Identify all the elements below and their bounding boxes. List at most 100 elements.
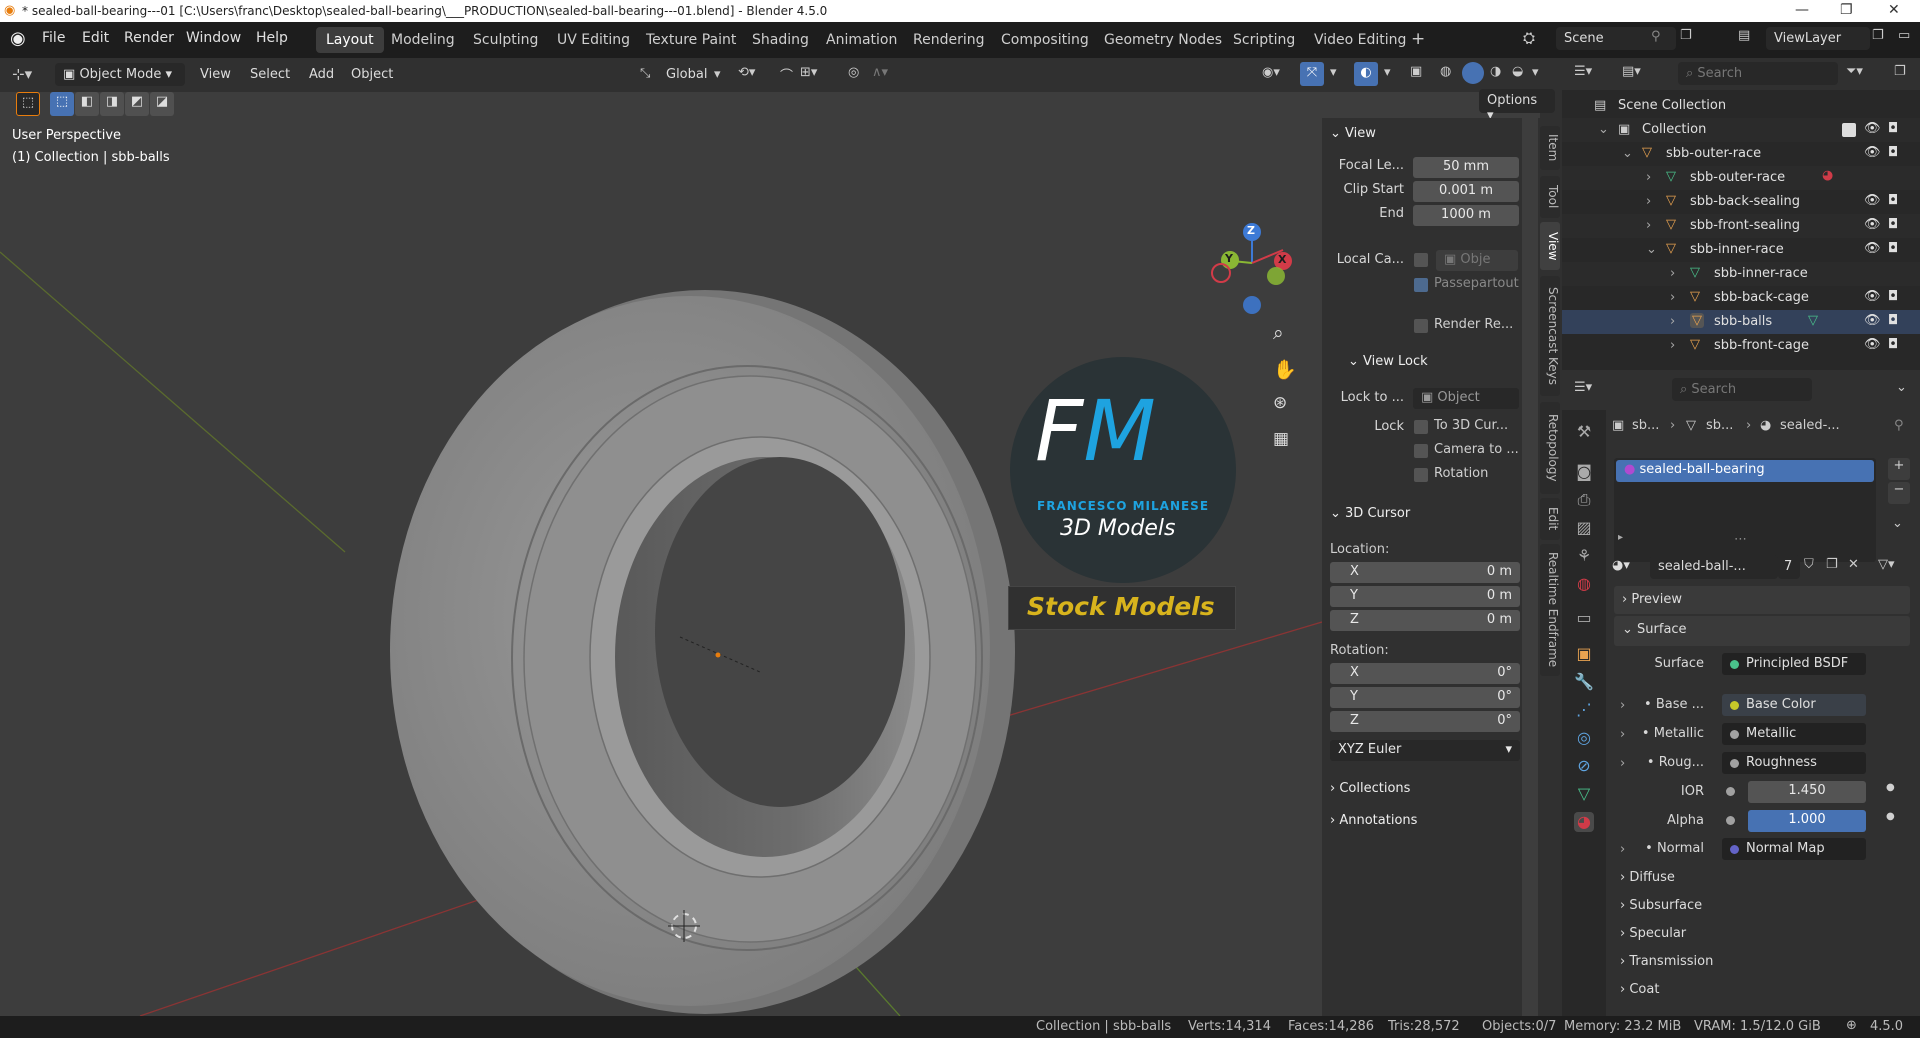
menu-help[interactable]: Help xyxy=(256,30,288,46)
xray-icon[interactable]: ▣ xyxy=(1410,64,1422,79)
select-subtract-icon[interactable]: ◨ xyxy=(100,92,124,116)
display-mode-icon[interactable]: ▤▾ xyxy=(1622,64,1641,79)
view-lock-header[interactable]: ⌄ View Lock xyxy=(1348,354,1428,369)
object-tab-icon[interactable]: ▣ xyxy=(1574,644,1594,664)
outliner-row-balls[interactable]: › ▽ sbb-balls ▽ 👁 ◘ xyxy=(1562,310,1920,334)
user-count[interactable]: 7 xyxy=(1778,555,1800,579)
blender-menu-icon[interactable]: ◉ xyxy=(10,28,26,49)
tab-uv-editing[interactable]: UV Editing xyxy=(547,27,640,53)
camera-icon[interactable]: ◘ xyxy=(1888,313,1898,328)
exclude-checkbox[interactable] xyxy=(1842,123,1856,137)
keyframe-dot-icon[interactable]: ● xyxy=(1886,782,1895,793)
expand-icon[interactable]: ▸ xyxy=(1618,532,1623,543)
snap-target-icon[interactable]: ⊞▾ xyxy=(800,65,817,80)
render-region-checkbox[interactable] xyxy=(1414,319,1428,333)
pin-icon[interactable]: ⚲ xyxy=(1651,29,1661,44)
material-tab-icon[interactable]: ◕ xyxy=(1574,812,1594,832)
tab-sculpting[interactable]: Sculpting xyxy=(463,27,548,53)
properties-editor-icon[interactable]: ☰▾ xyxy=(1574,380,1592,395)
browse-material-icon[interactable]: ◕▾ xyxy=(1612,558,1630,573)
menu-edit[interactable]: Edit xyxy=(82,30,109,46)
view-layer-tab-icon[interactable]: ▨ xyxy=(1574,518,1594,538)
chevron-down-icon[interactable]: ▾ xyxy=(1330,65,1337,80)
tab-screencast-keys[interactable]: Screencast Keys xyxy=(1540,276,1560,396)
overlay-toggle-icon[interactable]: ◐ xyxy=(1354,62,1378,86)
camera-icon[interactable]: ◘ xyxy=(1888,121,1898,136)
add-workspace-icon[interactable]: + xyxy=(1411,29,1425,49)
clip-start-field[interactable]: 0.001 m xyxy=(1413,181,1519,202)
outliner-row-collection[interactable]: ⌄ ▣ Collection 👁 ◘ xyxy=(1562,118,1920,142)
tab-rendering[interactable]: Rendering xyxy=(903,27,995,53)
cursor-location-y[interactable]: Y0 m xyxy=(1330,586,1520,607)
eye-icon[interactable]: 👁 xyxy=(1864,193,1881,208)
minimize-icon[interactable]: — xyxy=(1795,2,1809,18)
data-tab-icon[interactable]: ▽ xyxy=(1574,784,1594,804)
3d-cursor-header[interactable]: ⌄ 3D Cursor xyxy=(1330,506,1410,521)
ior-field[interactable]: 1.450 xyxy=(1748,781,1866,803)
select-intersect-icon[interactable]: ◪ xyxy=(150,92,174,116)
select-tool-icon[interactable]: ⬚ xyxy=(16,92,40,116)
scene-icon[interactable]: ⛭ xyxy=(1523,29,1535,47)
resize-handle-icon[interactable]: ⋯ xyxy=(1734,532,1747,547)
menu-view[interactable]: View xyxy=(200,67,231,82)
tab-realtime-endframe[interactable]: Realtime Endframe xyxy=(1540,544,1560,676)
physics-tab-icon[interactable]: ◎ xyxy=(1574,728,1594,748)
tab-layout[interactable]: Layout xyxy=(316,27,384,53)
outliner-row-inner-race[interactable]: ⌄ ▽ sbb-inner-race 👁 ◘ xyxy=(1562,238,1920,262)
outliner-editor-icon[interactable]: ☰▾ xyxy=(1574,64,1592,79)
select-new-icon[interactable]: ⬚ xyxy=(50,92,74,116)
tab-view[interactable]: View xyxy=(1540,222,1560,270)
particles-tab-icon[interactable]: ⋰ xyxy=(1574,700,1594,720)
view-layer-field[interactable]: ViewLayer xyxy=(1766,27,1870,50)
new-scene-icon[interactable]: ❐ xyxy=(1680,28,1692,43)
eye-icon[interactable]: 👁 xyxy=(1864,217,1881,232)
cursor-location-x[interactable]: X0 m xyxy=(1330,562,1520,583)
eye-icon[interactable]: 👁 xyxy=(1864,145,1881,160)
camera-view-icon[interactable]: ⊛ xyxy=(1273,393,1287,413)
eye-icon[interactable]: 👁 xyxy=(1864,241,1881,256)
cursor-rotation-y[interactable]: Y 0° xyxy=(1330,687,1520,708)
new-collection-icon[interactable]: ❐ xyxy=(1894,64,1906,79)
lock-to-object-field[interactable]: ▣ Object xyxy=(1413,388,1519,409)
menu-select[interactable]: Select xyxy=(250,67,290,82)
base-color-field[interactable]: Base Color xyxy=(1722,694,1866,716)
alpha-socket-icon[interactable] xyxy=(1726,816,1735,825)
ior-socket-icon[interactable] xyxy=(1726,787,1735,796)
fake-user-icon[interactable]: ⛉ xyxy=(1804,557,1814,572)
falloff-icon[interactable]: ∧▾ xyxy=(872,65,888,80)
normal-field[interactable]: Normal Map xyxy=(1722,838,1866,860)
tab-tool[interactable]: Tool xyxy=(1540,176,1560,218)
diffuse-panel[interactable]: › Diffuse xyxy=(1620,870,1675,885)
output-tab-icon[interactable]: ⎙ xyxy=(1574,490,1594,510)
rendered-shading-icon[interactable]: ◒ xyxy=(1512,64,1523,79)
gizmo-x-label[interactable]: X xyxy=(1278,253,1286,266)
tab-shading[interactable]: Shading xyxy=(742,27,819,53)
globe-icon[interactable]: ⊕ xyxy=(1846,1018,1857,1033)
gizmo-y-label[interactable]: Y xyxy=(1225,252,1233,265)
menu-file[interactable]: File xyxy=(42,30,65,46)
select-invert-icon[interactable]: ◩ xyxy=(125,92,149,116)
material-shading-icon[interactable]: ◑ xyxy=(1490,64,1501,79)
rotation-mode-select[interactable]: XYZ Euler ▾ xyxy=(1330,740,1520,761)
coat-panel[interactable]: › Coat xyxy=(1620,982,1659,997)
view-layer-icon[interactable]: ▤ xyxy=(1738,28,1750,43)
collections-header[interactable]: › Collections xyxy=(1330,781,1410,796)
outliner-row-outer-race-mesh[interactable]: › ▽ sbb-outer-race ◕ xyxy=(1562,166,1920,190)
snap-icon[interactable]: ⌒ xyxy=(780,65,793,84)
tab-texture-paint[interactable]: Texture Paint xyxy=(636,27,746,53)
tab-edit[interactable]: Edit xyxy=(1540,498,1560,540)
metallic-field[interactable]: Metallic xyxy=(1722,723,1866,745)
pan-hand-icon[interactable]: ✋ xyxy=(1273,358,1297,381)
passepartout-checkbox[interactable] xyxy=(1414,278,1428,292)
visibility-icon[interactable]: ◉▾ xyxy=(1262,65,1280,80)
clip-end-field[interactable]: 1000 m xyxy=(1413,205,1519,226)
surface-panel[interactable]: ⌄ Surface xyxy=(1614,616,1910,646)
outliner-row-inner-race-mesh[interactable]: › ▽ sbb-inner-race xyxy=(1562,262,1920,286)
outliner-row-front-sealing[interactable]: › ▽ sbb-front-sealing 👁 ◘ xyxy=(1562,214,1920,238)
add-slot-icon[interactable]: + xyxy=(1888,458,1910,480)
link-type-icon[interactable]: ▽▾ xyxy=(1878,557,1895,572)
chevron-down-icon[interactable]: ▾ xyxy=(714,67,721,82)
proportional-edit-icon[interactable]: ◎ xyxy=(848,65,859,80)
alpha-field[interactable]: 1.000 xyxy=(1748,810,1866,832)
eye-icon[interactable]: 👁 xyxy=(1864,337,1881,352)
